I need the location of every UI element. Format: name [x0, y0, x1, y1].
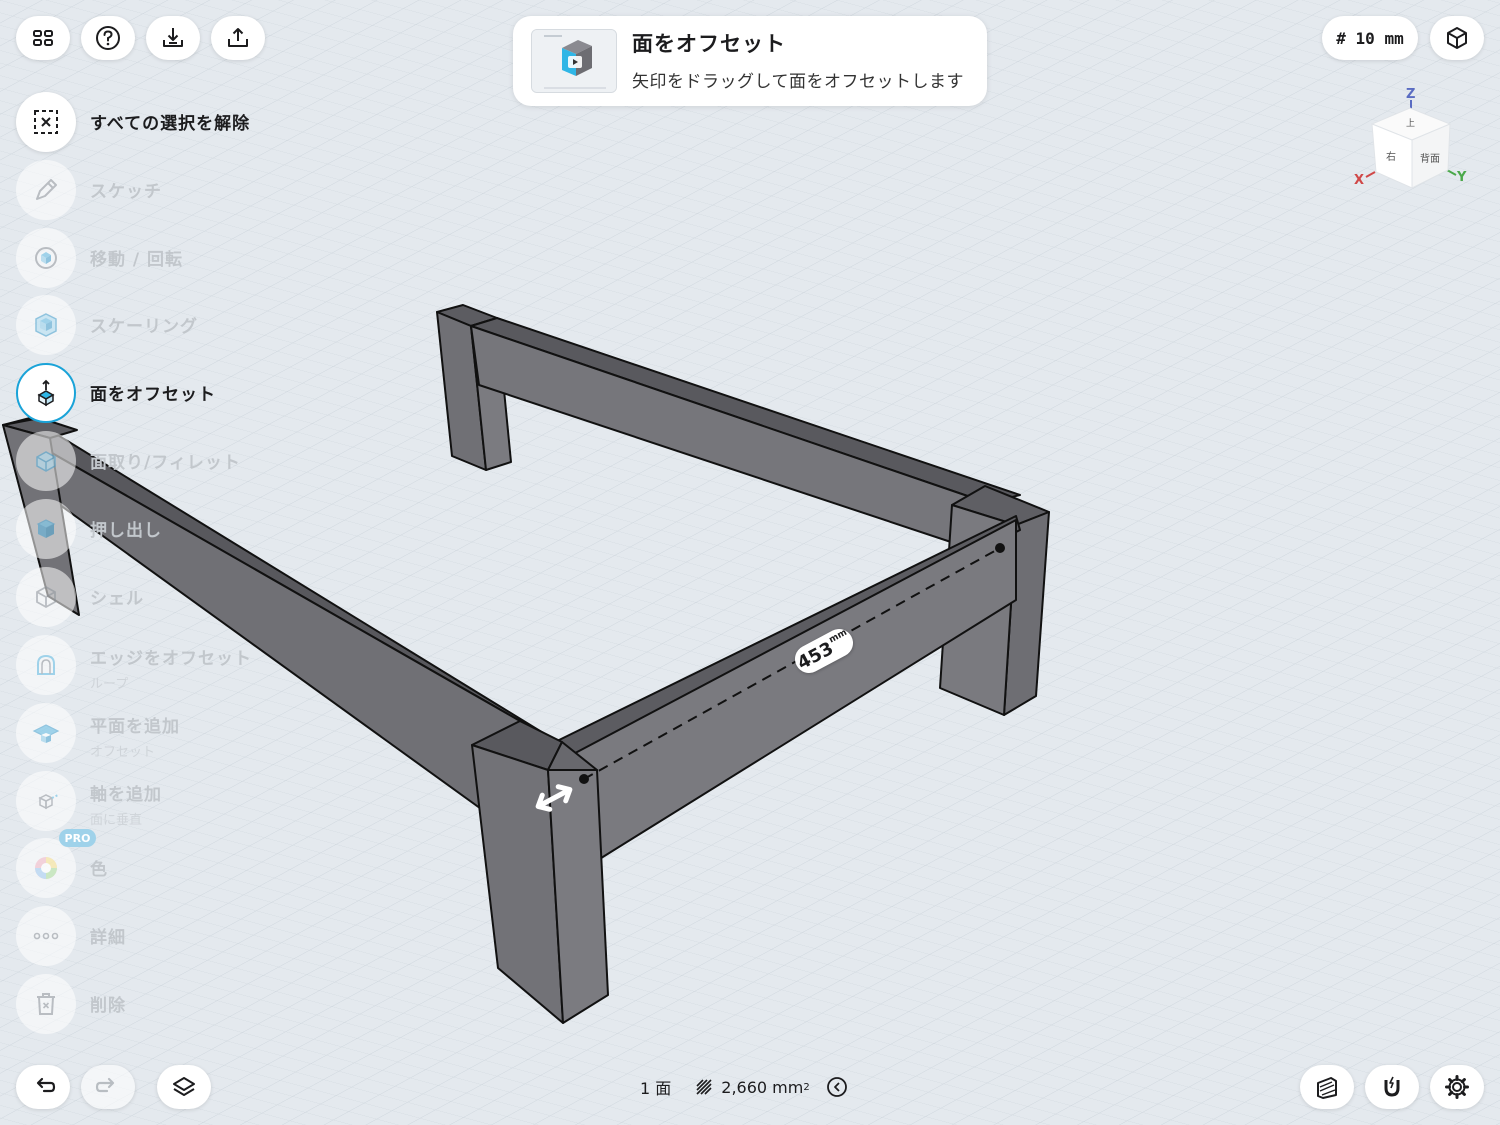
magnet-icon [1384, 1076, 1400, 1097]
tool-label: 平面を追加 [90, 717, 180, 737]
snap-button[interactable] [1365, 1065, 1419, 1109]
grid-menu-button[interactable] [16, 16, 70, 60]
tool-label: スケーリング [90, 317, 198, 337]
grid-icon [33, 30, 53, 46]
hint-subtitle: 矢印をドラッグして面をオフセットします [632, 72, 964, 92]
tool-extrude[interactable]: 押し出し [16, 499, 316, 559]
tool-sublabel: ループ [90, 677, 129, 692]
help-button[interactable] [81, 16, 135, 60]
tool-label: すべての選択を解除 [90, 114, 251, 134]
scale-cube-icon [35, 313, 57, 337]
gear-icon [1445, 1075, 1469, 1099]
axis-y-label: Y [1456, 170, 1467, 185]
dimension-unit: mm [827, 627, 849, 646]
sketch-pen-icon [36, 179, 57, 200]
face-count: 1 面 [640, 1079, 672, 1098]
tool-label: 押し出し [90, 521, 162, 541]
offset-edge-icon [37, 654, 55, 675]
tool-offset-face[interactable]: 面をオフセット [16, 363, 316, 423]
tool-hint-card: 面をオフセット 矢印をドラッグして面をオフセットします [513, 16, 987, 106]
extrude-icon [36, 519, 56, 538]
export-icon [228, 28, 248, 47]
tool-label: 削除 [90, 996, 126, 1016]
hint-thumbnail[interactable] [531, 29, 617, 93]
tool-offset-edge[interactable]: エッジをオフセット ループ [16, 635, 316, 695]
axis-x-label: X [1354, 173, 1364, 188]
dimension-start-dot [579, 774, 589, 784]
tool-details[interactable]: 詳細 [16, 906, 316, 966]
import-icon [163, 28, 183, 47]
tool-delete[interactable]: 削除 [16, 974, 316, 1034]
grid-size-button[interactable]: # 10 mm [1322, 16, 1418, 60]
dimension-end-dot [995, 543, 1005, 553]
section-view-icon [1317, 1077, 1337, 1099]
tool-chamfer-fillet[interactable]: 面取り/フィレット [16, 431, 316, 491]
view-cube[interactable]: Z X Y 上 右 背面 [1350, 84, 1480, 194]
face-area-unit-exponent: 2 [803, 1081, 810, 1093]
hint-title: 面をオフセット [632, 32, 786, 56]
tool-label: スケッチ [90, 182, 162, 202]
tool-sketch[interactable]: スケッチ [16, 160, 316, 220]
area-hatch-icon [696, 1079, 712, 1095]
tool-label: シェル [90, 589, 144, 609]
cube-face-right[interactable]: 右 [1386, 150, 1396, 163]
trash-icon [37, 993, 55, 1015]
tool-deselect-all[interactable]: すべての選択を解除 [16, 92, 316, 152]
tool-label: 色 [90, 860, 108, 880]
axis-z-label: Z [1406, 87, 1415, 102]
tool-move-rotate[interactable]: 移動 / 回転 [16, 228, 316, 288]
pro-badge: PRO [59, 829, 96, 847]
tool-label: 移動 / 回転 [90, 250, 184, 270]
help-icon [96, 26, 120, 50]
undo-button[interactable] [16, 1065, 70, 1109]
add-plane-icon [32, 724, 60, 743]
more-dots-icon [33, 932, 59, 940]
chamfer-icon [36, 451, 56, 472]
face-area: 2,660 mm [721, 1077, 804, 1097]
selection-status: 1 面 2,660 mm 2 [640, 1074, 848, 1100]
tool-label: 面取り/フィレット [90, 453, 241, 473]
undo-icon [36, 1077, 56, 1093]
import-button[interactable] [146, 16, 200, 60]
tool-color[interactable]: PRO 色 [16, 829, 316, 898]
shell-icon [36, 585, 56, 609]
cube-face-back[interactable]: 背面 [1420, 152, 1440, 165]
tool-scale[interactable]: スケーリング [16, 295, 316, 355]
tool-label: 詳細 [90, 928, 126, 948]
cube-face-top[interactable]: 上 [1406, 118, 1415, 129]
add-axis-icon [38, 794, 59, 810]
offset-face-icon [37, 379, 55, 407]
redo-icon [95, 1077, 115, 1093]
tool-sublabel: オフセット [90, 745, 156, 760]
move-rotate-icon [35, 247, 57, 269]
settings-button[interactable] [1430, 1065, 1484, 1109]
tool-shell[interactable]: シェル [16, 567, 316, 627]
tool-add-axis[interactable]: 軸を追加 面に垂直 [16, 771, 316, 831]
tool-add-plane[interactable]: 平面を追加 オフセット [16, 703, 316, 763]
export-button[interactable] [211, 16, 265, 60]
tool-label: 軸を追加 [90, 785, 162, 805]
perspective-cube-icon [1447, 27, 1467, 49]
layers-icon [173, 1077, 195, 1096]
redo-button[interactable] [81, 1065, 135, 1109]
tool-sublabel: 面に垂直 [90, 813, 143, 828]
layers-button[interactable] [157, 1065, 211, 1109]
deselect-icon [34, 110, 58, 134]
color-wheel-icon [35, 857, 57, 879]
tool-label: エッジをオフセット [90, 649, 252, 669]
chevron-left-circle-icon[interactable] [826, 1076, 848, 1098]
tool-label: 面をオフセット [90, 385, 216, 405]
view-mode-button[interactable] [1430, 16, 1484, 60]
section-view-button[interactable] [1300, 1065, 1354, 1109]
